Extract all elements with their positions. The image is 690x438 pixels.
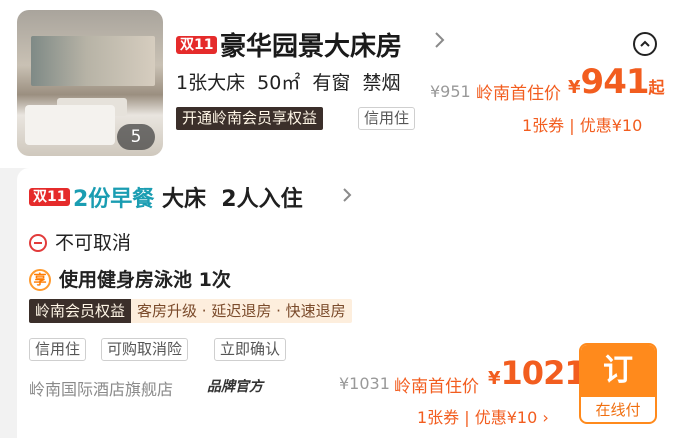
no-cancel-icon (29, 234, 47, 252)
chevron-right-icon[interactable] (342, 186, 352, 208)
price-suffix: 起 (648, 78, 665, 97)
tag-instant-confirm: 立即确认 (214, 338, 287, 361)
coupon-info[interactable]: 1张券 | 优惠¥10 (522, 112, 642, 136)
collapse-button[interactable] (633, 32, 657, 56)
original-price: ¥1031 (339, 374, 390, 393)
first-stay-price-label: 岭南首住价 (394, 377, 479, 397)
price-value: 1021 (500, 354, 587, 392)
room-card: 5 双11 豪华园景大床房 1张大床 50㎡ 有窗 禁烟 ¥951 岭南首住价 … (0, 0, 690, 168)
currency-symbol: ¥ (488, 368, 501, 389)
cancel-policy-text: 不可取消 (55, 232, 132, 254)
double-eleven-tag: 双11 (176, 36, 218, 54)
store-name[interactable]: 岭南国际酒店旗舰店 (29, 376, 173, 400)
chevron-right-icon[interactable] (434, 30, 446, 54)
book-label: 订 (581, 345, 655, 397)
tag-credit-stay: 信用住 (29, 338, 87, 361)
cancel-policy: 不可取消 (29, 228, 131, 255)
plan-price: ¥1021 (488, 354, 587, 392)
first-stay-price-label: 岭南首住价 (476, 84, 561, 104)
tag-cancel-insurance: 可购取消险 (101, 338, 189, 361)
brand-official-badge: 品牌官方 (207, 379, 263, 395)
credit-stay-tag: 信用住 (358, 107, 416, 130)
pay-online-label: 在线付 (595, 401, 641, 419)
room-price: ¥941起 (568, 62, 665, 102)
enjoy-icon: 享 (29, 269, 51, 291)
currency-symbol: ¥ (568, 77, 581, 98)
price-value: 941 (580, 62, 650, 102)
plan-title[interactable]: 2份早餐 大床 2人入住 (73, 181, 303, 213)
photo-count-badge: 5 (117, 124, 155, 150)
rate-plan-card[interactable]: 双11 2份早餐 大床 2人入住 不可取消 享使用健身房泳池 1次 岭南会员权益… (17, 168, 690, 438)
room-title[interactable]: 豪华园景大床房 (220, 26, 402, 63)
room-specs: 1张大床 50㎡ 有窗 禁烟 (176, 72, 401, 94)
perk-text: 使用健身房泳池 1次 (59, 269, 231, 291)
photo-window-area (31, 36, 155, 86)
photo-bed (25, 105, 115, 145)
book-button[interactable]: 订 在线付 (579, 343, 657, 424)
breakfast-label: 2份早餐 (73, 187, 155, 212)
member-benefit-label: 岭南会员权益 (29, 299, 132, 323)
perk-row: 享使用健身房泳池 1次 (29, 265, 231, 292)
original-price: ¥951 (430, 82, 471, 101)
plan-details: 大床 2人入住 (154, 187, 303, 212)
room-photo[interactable]: 5 (17, 10, 163, 156)
member-benefit-bar[interactable]: 岭南会员权益 客房升级 · 延迟退房 · 快速退房 (29, 299, 352, 323)
coupon-info[interactable]: 1张券 | 优惠¥10 › (417, 404, 549, 428)
chevron-up-icon (640, 40, 650, 47)
member-benefit-items: 客房升级 · 延迟退房 · 快速退房 (131, 299, 352, 323)
double-eleven-tag: 双11 (29, 188, 71, 206)
member-signup-bar[interactable]: 开通岭南会员享权益 (176, 107, 324, 130)
